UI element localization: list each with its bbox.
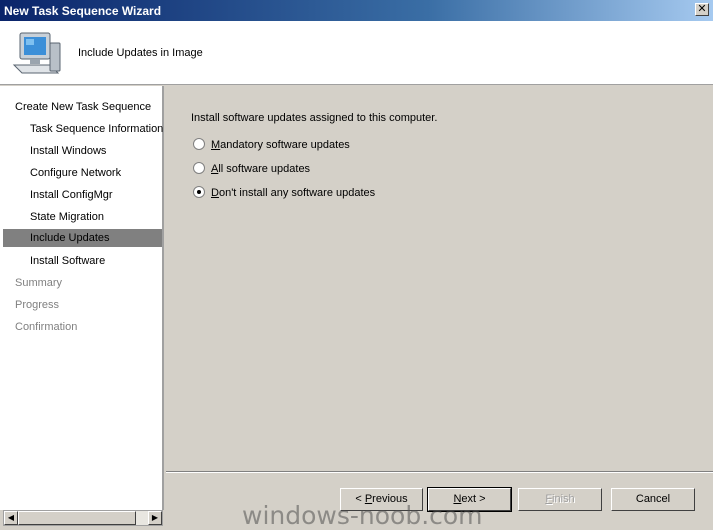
step-create-new-task-sequence: Create New Task Sequence: [15, 101, 152, 113]
close-icon: ✕: [697, 2, 707, 15]
close-button[interactable]: ✕: [695, 3, 709, 16]
finish-button[interactable]: Finish: [518, 488, 602, 511]
step-install-configmgr: Install ConfigMgr: [30, 189, 113, 201]
scroll-right-icon[interactable]: ▶: [148, 511, 162, 525]
radio-no-updates[interactable]: [193, 186, 205, 198]
cancel-button[interactable]: Cancel: [611, 488, 695, 511]
step-install-software: Install Software: [30, 255, 106, 267]
step-install-windows: Install Windows: [30, 145, 107, 157]
option-label: All software updates: [211, 163, 311, 175]
updates-prompt: Install software updates assigned to thi…: [191, 112, 438, 124]
option-label: Don't install any software updates: [211, 187, 376, 199]
step-summary: Summary: [15, 277, 63, 289]
sidebar-horizontal-scrollbar[interactable]: ◀ ▶: [3, 510, 163, 526]
page-title: Include Updates in Image: [78, 47, 203, 59]
window-title: New Task Sequence Wizard: [4, 4, 162, 18]
step-include-updates: Include Updates: [3, 229, 162, 247]
scroll-thumb[interactable]: [18, 511, 136, 525]
wizard-step-list: Create New Task Sequence Task Sequence I…: [0, 86, 164, 510]
step-confirmation: Confirmation: [15, 321, 78, 333]
scroll-left-icon[interactable]: ◀: [4, 511, 18, 525]
watermark: windows-noob.com: [242, 501, 483, 530]
footer-divider: [166, 471, 713, 473]
option-label: Mandatory software updates: [211, 139, 350, 151]
step-progress: Progress: [15, 299, 60, 311]
radio-mandatory-updates[interactable]: [193, 138, 205, 150]
wizard-content: Install software updates assigned to thi…: [166, 86, 713, 472]
title-bar: New Task Sequence Wizard ✕: [0, 0, 713, 21]
step-state-migration: State Migration: [30, 211, 104, 223]
radio-all-updates[interactable]: [193, 162, 205, 174]
wizard-header: Include Updates in Image: [0, 21, 713, 85]
step-configure-network: Configure Network: [30, 167, 122, 179]
computer-icon: [12, 32, 61, 74]
step-task-sequence-information: Task Sequence Information: [30, 123, 164, 135]
